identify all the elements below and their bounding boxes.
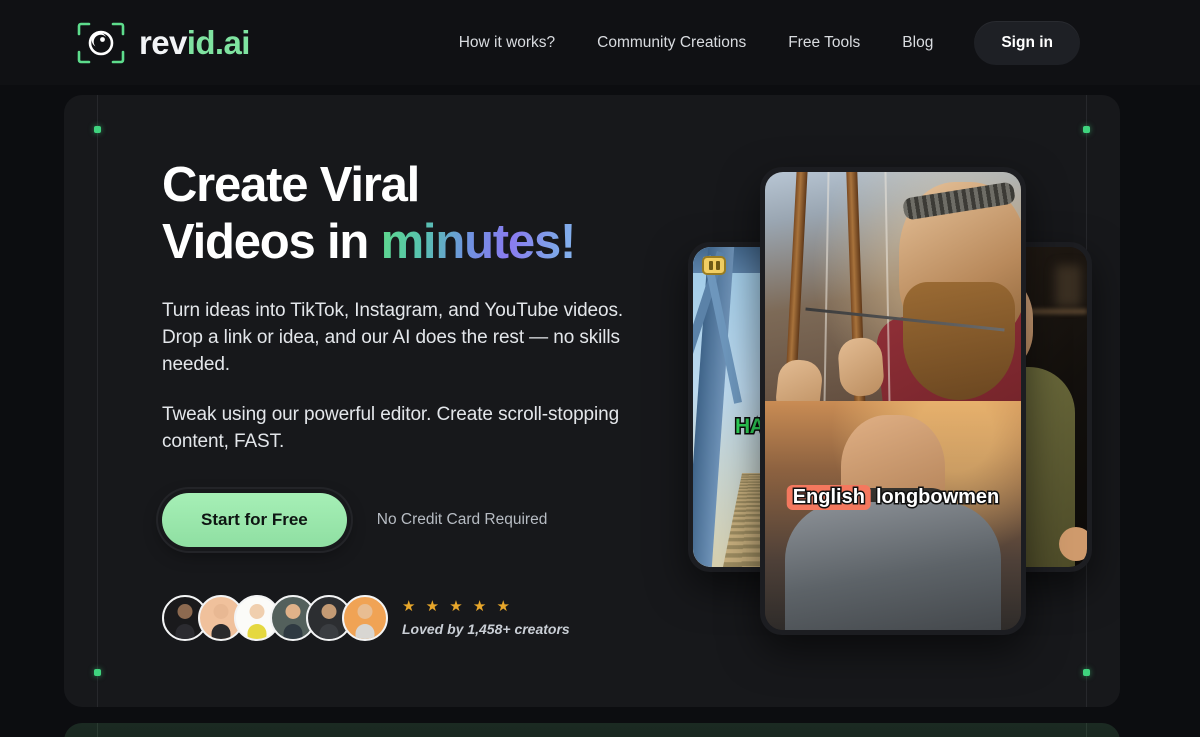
video-preview-stage: HA BOARD. xyxy=(584,95,1120,707)
camera-eye-icon xyxy=(76,21,126,65)
loved-by-text: Loved by 1,458+ creators xyxy=(402,621,570,638)
page-title: Create Viral Videos in minutes! xyxy=(162,157,632,271)
guide-line-left xyxy=(97,95,98,707)
corner-dot-top-left xyxy=(94,126,101,133)
avatar xyxy=(342,595,388,642)
social-proof: ★ ★ ★ ★ ★ Loved by 1,458+ creators xyxy=(162,595,632,642)
cta-row: Start for Free No Credit Card Required xyxy=(162,493,632,548)
person-hand xyxy=(1059,527,1087,561)
rating-block: ★ ★ ★ ★ ★ Loved by 1,458+ creators xyxy=(402,599,570,637)
hero-paragraph-2: Tweak using our powerful editor. Create … xyxy=(162,404,620,453)
archers-video-card[interactable]: English longbowmen xyxy=(760,167,1026,635)
start-for-free-button[interactable]: Start for Free xyxy=(162,493,347,548)
creator-avatars xyxy=(162,595,388,642)
archers-scene xyxy=(765,172,1021,467)
next-section-peek xyxy=(64,723,1120,737)
no-credit-card-note: No Credit Card Required xyxy=(376,511,548,529)
headline-line-1: Create Viral xyxy=(162,158,420,212)
video-caption: English longbowmen xyxy=(786,485,1001,510)
nav-link-how-it-works[interactable]: How it works? xyxy=(438,34,576,52)
brand-wordmark: revid.ai xyxy=(139,26,250,59)
nav-links: How it works? Community Creations Free T… xyxy=(438,20,1200,65)
headline-line-2-gradient: minutes! xyxy=(380,214,577,269)
headline-line-2-plain: Videos in xyxy=(162,214,381,269)
top-navigation-bar: revid.ai How it works? Community Creatio… xyxy=(0,0,1200,85)
archer-hand xyxy=(837,336,885,398)
knight-scene xyxy=(765,401,1021,630)
corner-dot-bottom-left xyxy=(94,669,101,676)
brand-logo[interactable]: revid.ai xyxy=(76,21,250,65)
archer-beard xyxy=(903,282,1015,400)
nav-link-free-tools[interactable]: Free Tools xyxy=(767,34,881,52)
guide-line-left xyxy=(97,723,98,737)
guide-line-right xyxy=(1086,723,1087,737)
nav-link-community-creations[interactable]: Community Creations xyxy=(576,34,767,52)
pause-icon[interactable] xyxy=(702,256,726,275)
nav-link-blog[interactable]: Blog xyxy=(881,34,954,52)
background-object xyxy=(1055,265,1081,307)
center-card-screen: English longbowmen xyxy=(765,172,1021,630)
knight-armor xyxy=(785,502,1001,630)
caption-plain-word: longbowmen xyxy=(874,485,1000,510)
caption-highlighted-word: English xyxy=(786,485,871,510)
hero-paragraph-1: Turn ideas into TikTok, Instagram, and Y… xyxy=(162,299,624,375)
hero-copy: Create Viral Videos in minutes! Turn ide… xyxy=(162,157,632,642)
brand-name-white: rev xyxy=(139,24,187,61)
sign-in-button[interactable]: Sign in xyxy=(974,20,1080,65)
star-rating: ★ ★ ★ ★ ★ xyxy=(402,598,513,616)
brand-name-green: id.ai xyxy=(186,24,251,61)
hero-section: Create Viral Videos in minutes! Turn ide… xyxy=(64,95,1120,707)
